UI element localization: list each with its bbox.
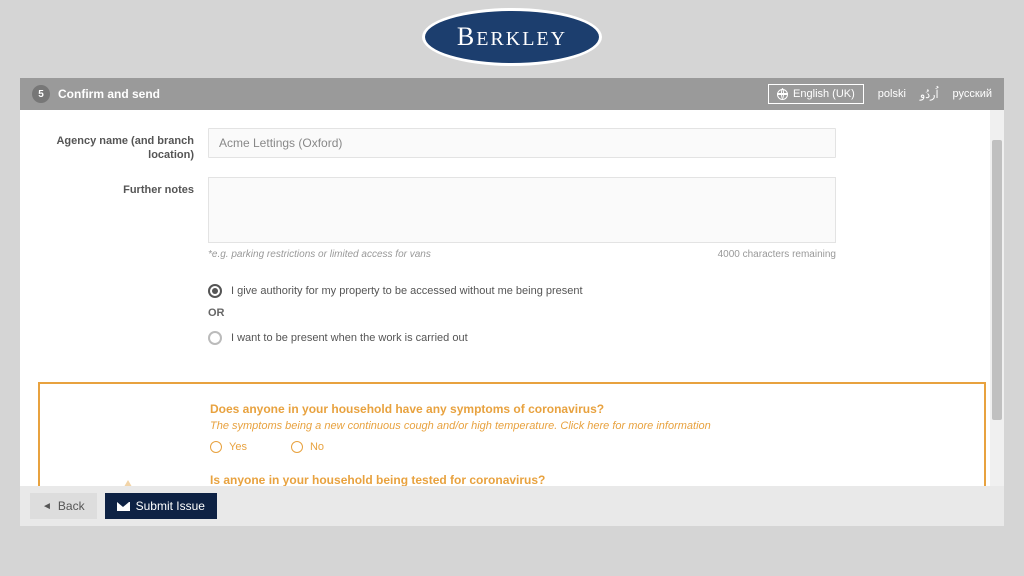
covid-q1-sub-text: The symptoms being a new continuous coug… — [210, 420, 560, 432]
covid-yes-label: Yes — [229, 441, 247, 453]
covid-q1: Does anyone in your household have any s… — [210, 402, 966, 416]
form-area: Agency name (and branch location) Furthe… — [20, 110, 1004, 486]
radio-checked-icon — [208, 284, 222, 298]
row-agency: Agency name (and branch location) — [38, 128, 986, 163]
notes-counter: 4000 characters remaining — [718, 249, 836, 260]
access-present-label: I want to be present when the work is ca… — [231, 332, 468, 344]
scrollbar-thumb[interactable] — [992, 140, 1002, 420]
warning-triangle-icon — [100, 480, 156, 486]
language-active-label: English (UK) — [793, 88, 855, 100]
back-button[interactable]: ◄ Back — [30, 493, 97, 519]
access-radio-group: I give authority for my property to be a… — [208, 284, 836, 345]
access-radio-authority[interactable]: I give authority for my property to be a… — [208, 284, 836, 298]
radio-icon — [210, 441, 222, 453]
or-divider: OR — [208, 307, 836, 319]
covid-q2: Is anyone in your household being tested… — [210, 473, 966, 486]
brand-logo: BERKLEY — [422, 8, 602, 66]
notes-textarea[interactable] — [208, 177, 836, 243]
access-authority-label: I give authority for my property to be a… — [231, 285, 583, 297]
language-selector: English (UK) polski اُردُو русский — [768, 84, 992, 104]
row-notes: Further notes *e.g. parking restrictions… — [38, 177, 986, 354]
radio-icon — [291, 441, 303, 453]
mail-icon — [117, 502, 130, 511]
covid-no-label: No — [310, 441, 324, 453]
agency-input[interactable] — [208, 128, 836, 158]
notes-hint: *e.g. parking restrictions or limited ac… — [208, 249, 431, 260]
notes-label: Further notes — [38, 177, 208, 354]
app-container: 5 Confirm and send English (UK) polski ا… — [20, 78, 1004, 526]
covid-panel: Does anyone in your household have any s… — [38, 382, 986, 486]
back-label: Back — [58, 499, 85, 513]
logo-area: BERKLEY — [0, 0, 1024, 78]
agency-label: Agency name (and branch location) — [38, 128, 208, 163]
covid-q1-radios: Yes No — [210, 441, 966, 453]
covid-info-link[interactable]: Click here for more information — [560, 420, 710, 432]
step-header: 5 Confirm and send English (UK) polski ا… — [20, 78, 1004, 110]
brand-logo-text: BERKLEY — [457, 22, 567, 52]
submit-button[interactable]: Submit Issue — [105, 493, 217, 519]
submit-label: Submit Issue — [136, 499, 205, 513]
covid-q1-sub: The symptoms being a new continuous coug… — [210, 420, 966, 432]
language-option-urdu[interactable]: اُردُو — [920, 88, 939, 101]
access-radio-present[interactable]: I want to be present when the work is ca… — [208, 331, 836, 345]
footer-bar: ◄ Back Submit Issue — [20, 486, 1004, 526]
scrollbar-track[interactable] — [990, 110, 1004, 486]
step-number-badge: 5 — [32, 85, 50, 103]
step-title: Confirm and send — [58, 87, 160, 101]
language-option-polski[interactable]: polski — [878, 88, 906, 100]
language-option-russian[interactable]: русский — [953, 88, 992, 100]
radio-unchecked-icon — [208, 331, 222, 345]
covid-q1-yes[interactable]: Yes — [210, 441, 247, 453]
arrow-left-icon: ◄ — [42, 501, 52, 512]
covid-q1-no[interactable]: No — [291, 441, 324, 453]
globe-icon — [777, 89, 788, 100]
language-active[interactable]: English (UK) — [768, 84, 864, 104]
